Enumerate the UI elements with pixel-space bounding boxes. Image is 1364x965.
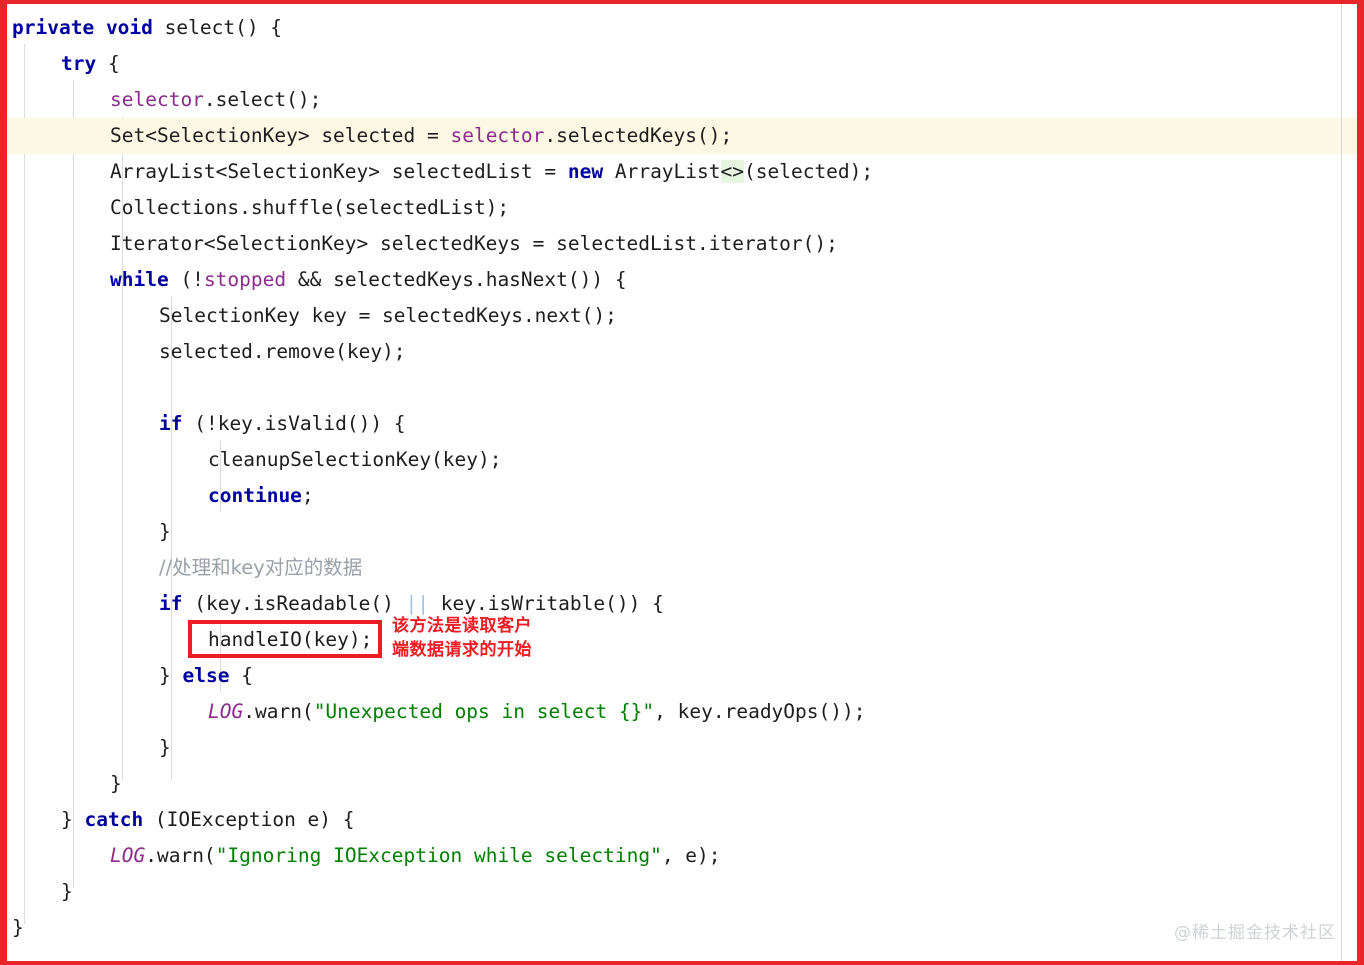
code-token: && selectedKeys.hasNext()) { xyxy=(286,268,627,291)
code-line[interactable]: } xyxy=(7,766,1357,802)
code-line[interactable]: private void select() { xyxy=(7,10,1357,46)
code-token: catch xyxy=(84,808,144,831)
code-token: selected.remove(key); xyxy=(159,340,406,363)
code-line[interactable]: cleanupSelectionKey(key); xyxy=(7,442,1357,478)
code-token: } xyxy=(159,736,171,759)
code-token: .selectedKeys(); xyxy=(544,124,733,147)
code-token: <> xyxy=(720,160,744,183)
code-token: (selected); xyxy=(744,160,874,183)
code-token: , e); xyxy=(661,844,721,867)
annotation-label-line: 该方法是读取客户 xyxy=(392,616,532,636)
code-token: key.isWritable()) { xyxy=(429,592,664,615)
code-token: else xyxy=(182,664,230,687)
code-token: handleIO(key); xyxy=(208,628,373,651)
code-token: new xyxy=(567,160,604,183)
code-line-list: private void select() {try {selector.sel… xyxy=(7,4,1364,946)
code-line[interactable]: } xyxy=(7,874,1357,910)
code-token: LOG xyxy=(208,700,244,723)
code-token: selector xyxy=(110,88,204,111)
code-token: { xyxy=(96,52,120,75)
watermark: @稀土掘金技术社区 xyxy=(1174,923,1336,943)
code-token: selector xyxy=(450,124,545,147)
code-token: ArrayList<SelectionKey> selectedList = xyxy=(110,160,568,183)
code-line[interactable]: LOG.warn("Ignoring IOException while sel… xyxy=(7,838,1357,874)
code-token: } xyxy=(110,772,122,795)
code-token: { xyxy=(229,664,253,687)
code-token: "Ignoring IOException while selecting" xyxy=(215,844,662,867)
code-line[interactable]: } xyxy=(7,730,1357,766)
code-token: stopped xyxy=(203,268,287,291)
code-line[interactable]: try { xyxy=(7,46,1357,82)
code-line[interactable]: ArrayList<SelectionKey> selectedList = n… xyxy=(7,154,1357,190)
code-token: try xyxy=(61,52,97,75)
code-token: (! xyxy=(168,268,204,291)
code-line[interactable]: Iterator<SelectionKey> selectedKeys = se… xyxy=(7,226,1357,262)
code-editor[interactable]: private void select() {try {selector.sel… xyxy=(7,4,1364,961)
code-line[interactable]: selected.remove(key); xyxy=(7,334,1357,370)
code-line[interactable]: Set<SelectionKey> selected = selector.se… xyxy=(7,118,1364,154)
code-token: (key.isReadable() xyxy=(182,592,406,615)
code-token: cleanupSelectionKey(key); xyxy=(208,448,502,471)
code-line[interactable]: while (!stopped && selectedKeys.hasNext(… xyxy=(7,262,1357,298)
code-token: void xyxy=(105,16,153,39)
code-line[interactable]: } else { xyxy=(7,658,1357,694)
code-token: if xyxy=(159,592,183,615)
code-line[interactable]: continue; xyxy=(7,478,1357,514)
code-token: } xyxy=(159,664,183,687)
code-token: (IOException e) { xyxy=(143,808,355,831)
annotation-label: 该方法是读取客户 端数据请求的开始 xyxy=(392,614,692,662)
code-token: if xyxy=(159,412,183,435)
code-token: .warn( xyxy=(145,844,216,867)
code-token: select() { xyxy=(152,16,283,39)
code-line[interactable]: } catch (IOException e) { xyxy=(7,802,1357,838)
code-token: //处理和key对应的数据 xyxy=(159,556,363,579)
code-token: .select(); xyxy=(203,88,322,111)
right-margin-guide xyxy=(1341,4,1342,961)
code-line[interactable]: //处理和key对应的数据 xyxy=(7,550,1357,586)
code-token: } xyxy=(61,880,73,903)
code-line[interactable] xyxy=(7,370,1357,406)
code-line[interactable]: if (!key.isValid()) { xyxy=(7,406,1357,442)
code-line[interactable]: } xyxy=(7,514,1357,550)
code-token: LOG xyxy=(110,844,146,867)
code-token: (!key.isValid()) { xyxy=(182,412,406,435)
code-token: Set<SelectionKey> selected = xyxy=(110,124,451,147)
code-token: , key.readyOps()); xyxy=(654,700,866,723)
code-token: || xyxy=(405,592,430,615)
code-line[interactable]: selector.select(); xyxy=(7,82,1357,118)
code-token: } xyxy=(61,808,85,831)
code-token: Collections.shuffle(selectedList); xyxy=(110,196,510,219)
code-token: ; xyxy=(301,484,314,507)
code-screenshot: private void select() {try {selector.sel… xyxy=(0,0,1364,965)
code-line[interactable]: LOG.warn("Unexpected ops in select {}", … xyxy=(7,694,1357,730)
code-line[interactable]: } xyxy=(7,910,1357,946)
code-line[interactable]: Collections.shuffle(selectedList); xyxy=(7,190,1357,226)
code-token: Iterator<SelectionKey> selectedKeys = se… xyxy=(110,232,838,255)
annotation-label-line: 端数据请求的开始 xyxy=(392,640,532,660)
code-token: .warn( xyxy=(243,700,314,723)
code-token: "Unexpected ops in select {}" xyxy=(313,700,655,723)
code-token: private xyxy=(12,16,95,39)
code-token: while xyxy=(110,268,169,291)
code-token: ArrayList xyxy=(603,160,721,183)
code-token: continue xyxy=(208,484,302,507)
code-token: } xyxy=(12,916,24,939)
code-token: SelectionKey key = selectedKeys.next(); xyxy=(159,304,617,327)
code-token: } xyxy=(159,520,171,543)
code-line[interactable]: SelectionKey key = selectedKeys.next(); xyxy=(7,298,1357,334)
